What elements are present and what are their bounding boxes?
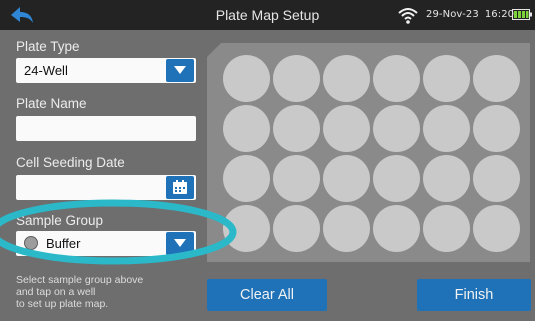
plate-name-input[interactable]: [16, 116, 196, 141]
well-plate: [207, 43, 530, 262]
sample-group-color-dot: [24, 236, 38, 250]
plate-well[interactable]: [223, 55, 270, 102]
battery-icon: [512, 9, 532, 20]
calendar-icon: [173, 180, 187, 194]
sample-group-select[interactable]: Buffer: [16, 231, 196, 256]
chevron-down-icon: [174, 66, 186, 74]
plate-well[interactable]: [473, 205, 520, 252]
seeding-date-field[interactable]: [16, 175, 196, 200]
plate-name-label: Plate Name: [16, 96, 87, 111]
plate-well[interactable]: [373, 205, 420, 252]
plate-well[interactable]: [223, 205, 270, 252]
plate-type-value: 24-Well: [24, 63, 68, 78]
chevron-down-icon: [174, 239, 186, 247]
help-line: and tap on a well: [16, 286, 96, 298]
clear-all-button[interactable]: Clear All: [207, 279, 327, 311]
top-bar: Plate Map Setup 29-Nov-23 16:20: [0, 0, 535, 30]
plate-well[interactable]: [223, 155, 270, 202]
plate-well[interactable]: [423, 155, 470, 202]
wifi-icon: [398, 8, 418, 24]
plate-type-dropdown-button[interactable]: [166, 59, 194, 82]
sample-group-dropdown-button[interactable]: [166, 232, 194, 255]
plate-well[interactable]: [273, 105, 320, 152]
plate-well[interactable]: [373, 155, 420, 202]
plate-well[interactable]: [323, 155, 370, 202]
help-line: Select sample group above: [16, 274, 144, 286]
plate-well[interactable]: [323, 55, 370, 102]
plate-type-label: Plate Type: [16, 39, 80, 54]
plate-corner-notch: [207, 43, 221, 57]
plate-well[interactable]: [423, 105, 470, 152]
plate-well[interactable]: [273, 155, 320, 202]
status-date: 29-Nov-23: [426, 9, 479, 20]
finish-button[interactable]: Finish: [417, 279, 531, 311]
plate-well[interactable]: [323, 105, 370, 152]
plate-well[interactable]: [373, 105, 420, 152]
calendar-button[interactable]: [166, 176, 194, 199]
status-datetime: 29-Nov-23 16:20: [426, 9, 514, 20]
help-text: Select sample group above and tap on a w…: [16, 274, 196, 310]
help-line: to set up plate map.: [16, 298, 109, 310]
settings-panel: Plate Type 24-Well Plate Name Cell Seedi…: [0, 30, 208, 321]
plate-well[interactable]: [323, 205, 370, 252]
sample-group-value: Buffer: [46, 236, 81, 251]
status-time: 16:20: [484, 9, 515, 20]
sample-group-label: Sample Group: [16, 213, 104, 228]
plate-well[interactable]: [223, 105, 270, 152]
plate-well[interactable]: [423, 55, 470, 102]
plate-well[interactable]: [423, 205, 470, 252]
seeding-date-label: Cell Seeding Date: [16, 155, 125, 170]
plate-well[interactable]: [473, 155, 520, 202]
plate-well[interactable]: [473, 55, 520, 102]
plate-type-select[interactable]: 24-Well: [16, 58, 196, 83]
plate-well[interactable]: [473, 105, 520, 152]
plate-well[interactable]: [273, 205, 320, 252]
plate-well[interactable]: [373, 55, 420, 102]
plate-well[interactable]: [273, 55, 320, 102]
